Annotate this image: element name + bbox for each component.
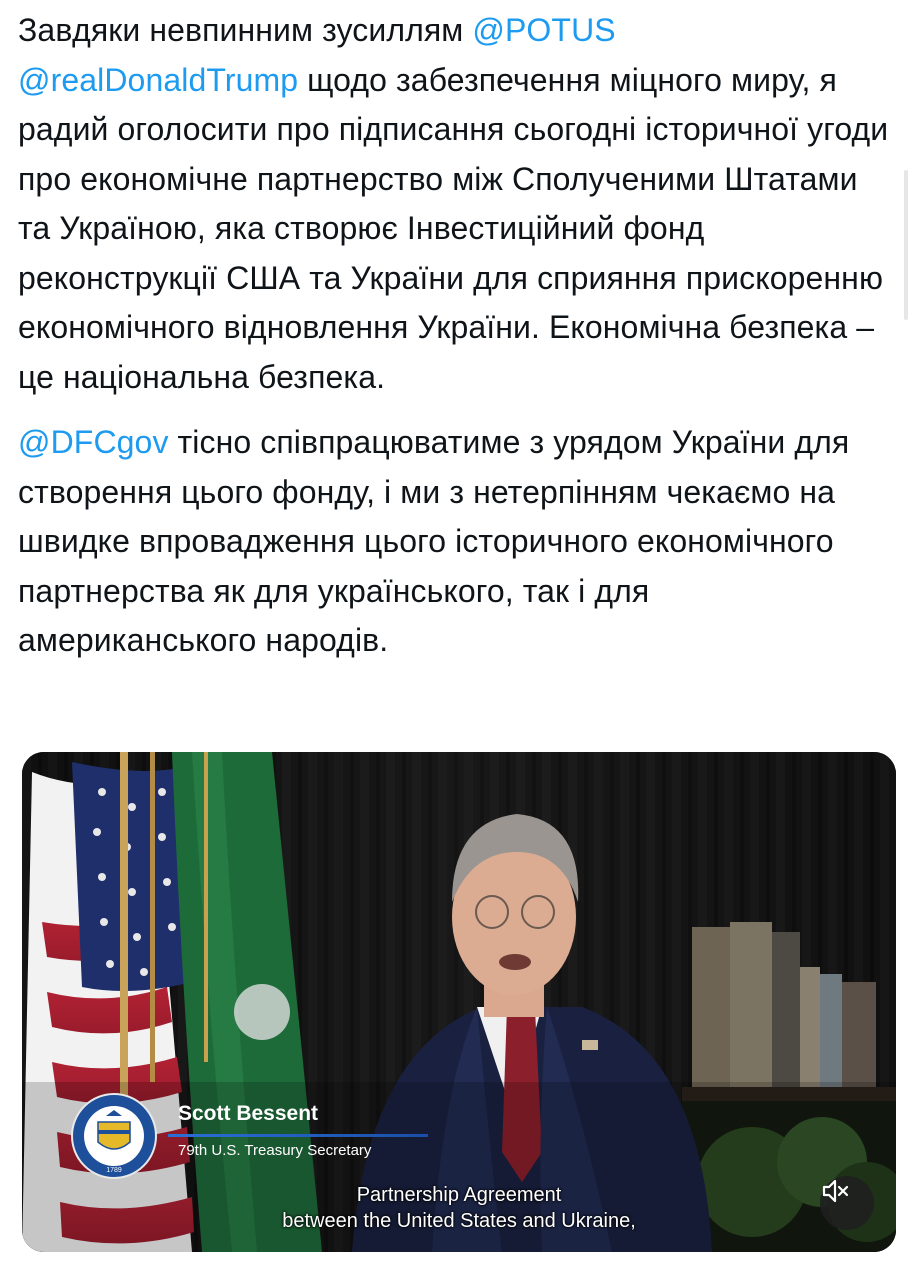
mention-dfcgov[interactable]: @DFCgov bbox=[18, 424, 169, 460]
mute-button[interactable] bbox=[820, 1176, 874, 1230]
tweet-text-segment: Завдяки невпинним зусиллям bbox=[18, 12, 473, 48]
treasury-seal-icon: 1789 bbox=[71, 1093, 157, 1179]
caption-line-2: between the United States and Ukraine, bbox=[282, 1210, 636, 1232]
speaker-name: Scott Bessent bbox=[178, 1102, 319, 1125]
seal-year: 1789 bbox=[106, 1167, 122, 1174]
mention-potus[interactable]: @POTUS bbox=[472, 12, 615, 48]
scrollbar[interactable] bbox=[904, 170, 908, 320]
name-divider bbox=[168, 1134, 428, 1137]
caption-line-1: Partnership Agreement bbox=[356, 1184, 562, 1206]
tweet-text-segment: щодо забезпечення міцного миру, я радий … bbox=[18, 61, 889, 395]
tweet-paragraph-1: Завдяки невпинним зусиллям @POTUS @realD… bbox=[18, 6, 890, 402]
speaker-muted-icon bbox=[822, 1179, 849, 1203]
video-caption: Partnership Agreement between the United… bbox=[22, 1182, 896, 1234]
mention-realdonaldtrump[interactable]: @realDonaldTrump bbox=[18, 62, 298, 98]
video-player[interactable]: 1789 Scott Bessent 79th U.S. Treasury Se… bbox=[22, 752, 896, 1252]
tweet-body: Завдяки невпинним зусиллям @POTUS @realD… bbox=[18, 6, 890, 666]
speaker-title: 79th U.S. Treasury Secretary bbox=[178, 1142, 372, 1159]
tweet-paragraph-2: @DFCgov тісно співпрацюватиме з урядом У… bbox=[18, 418, 890, 666]
speaker-lower-third: 1789 Scott Bessent 79th U.S. Treasury Se… bbox=[70, 1092, 450, 1192]
